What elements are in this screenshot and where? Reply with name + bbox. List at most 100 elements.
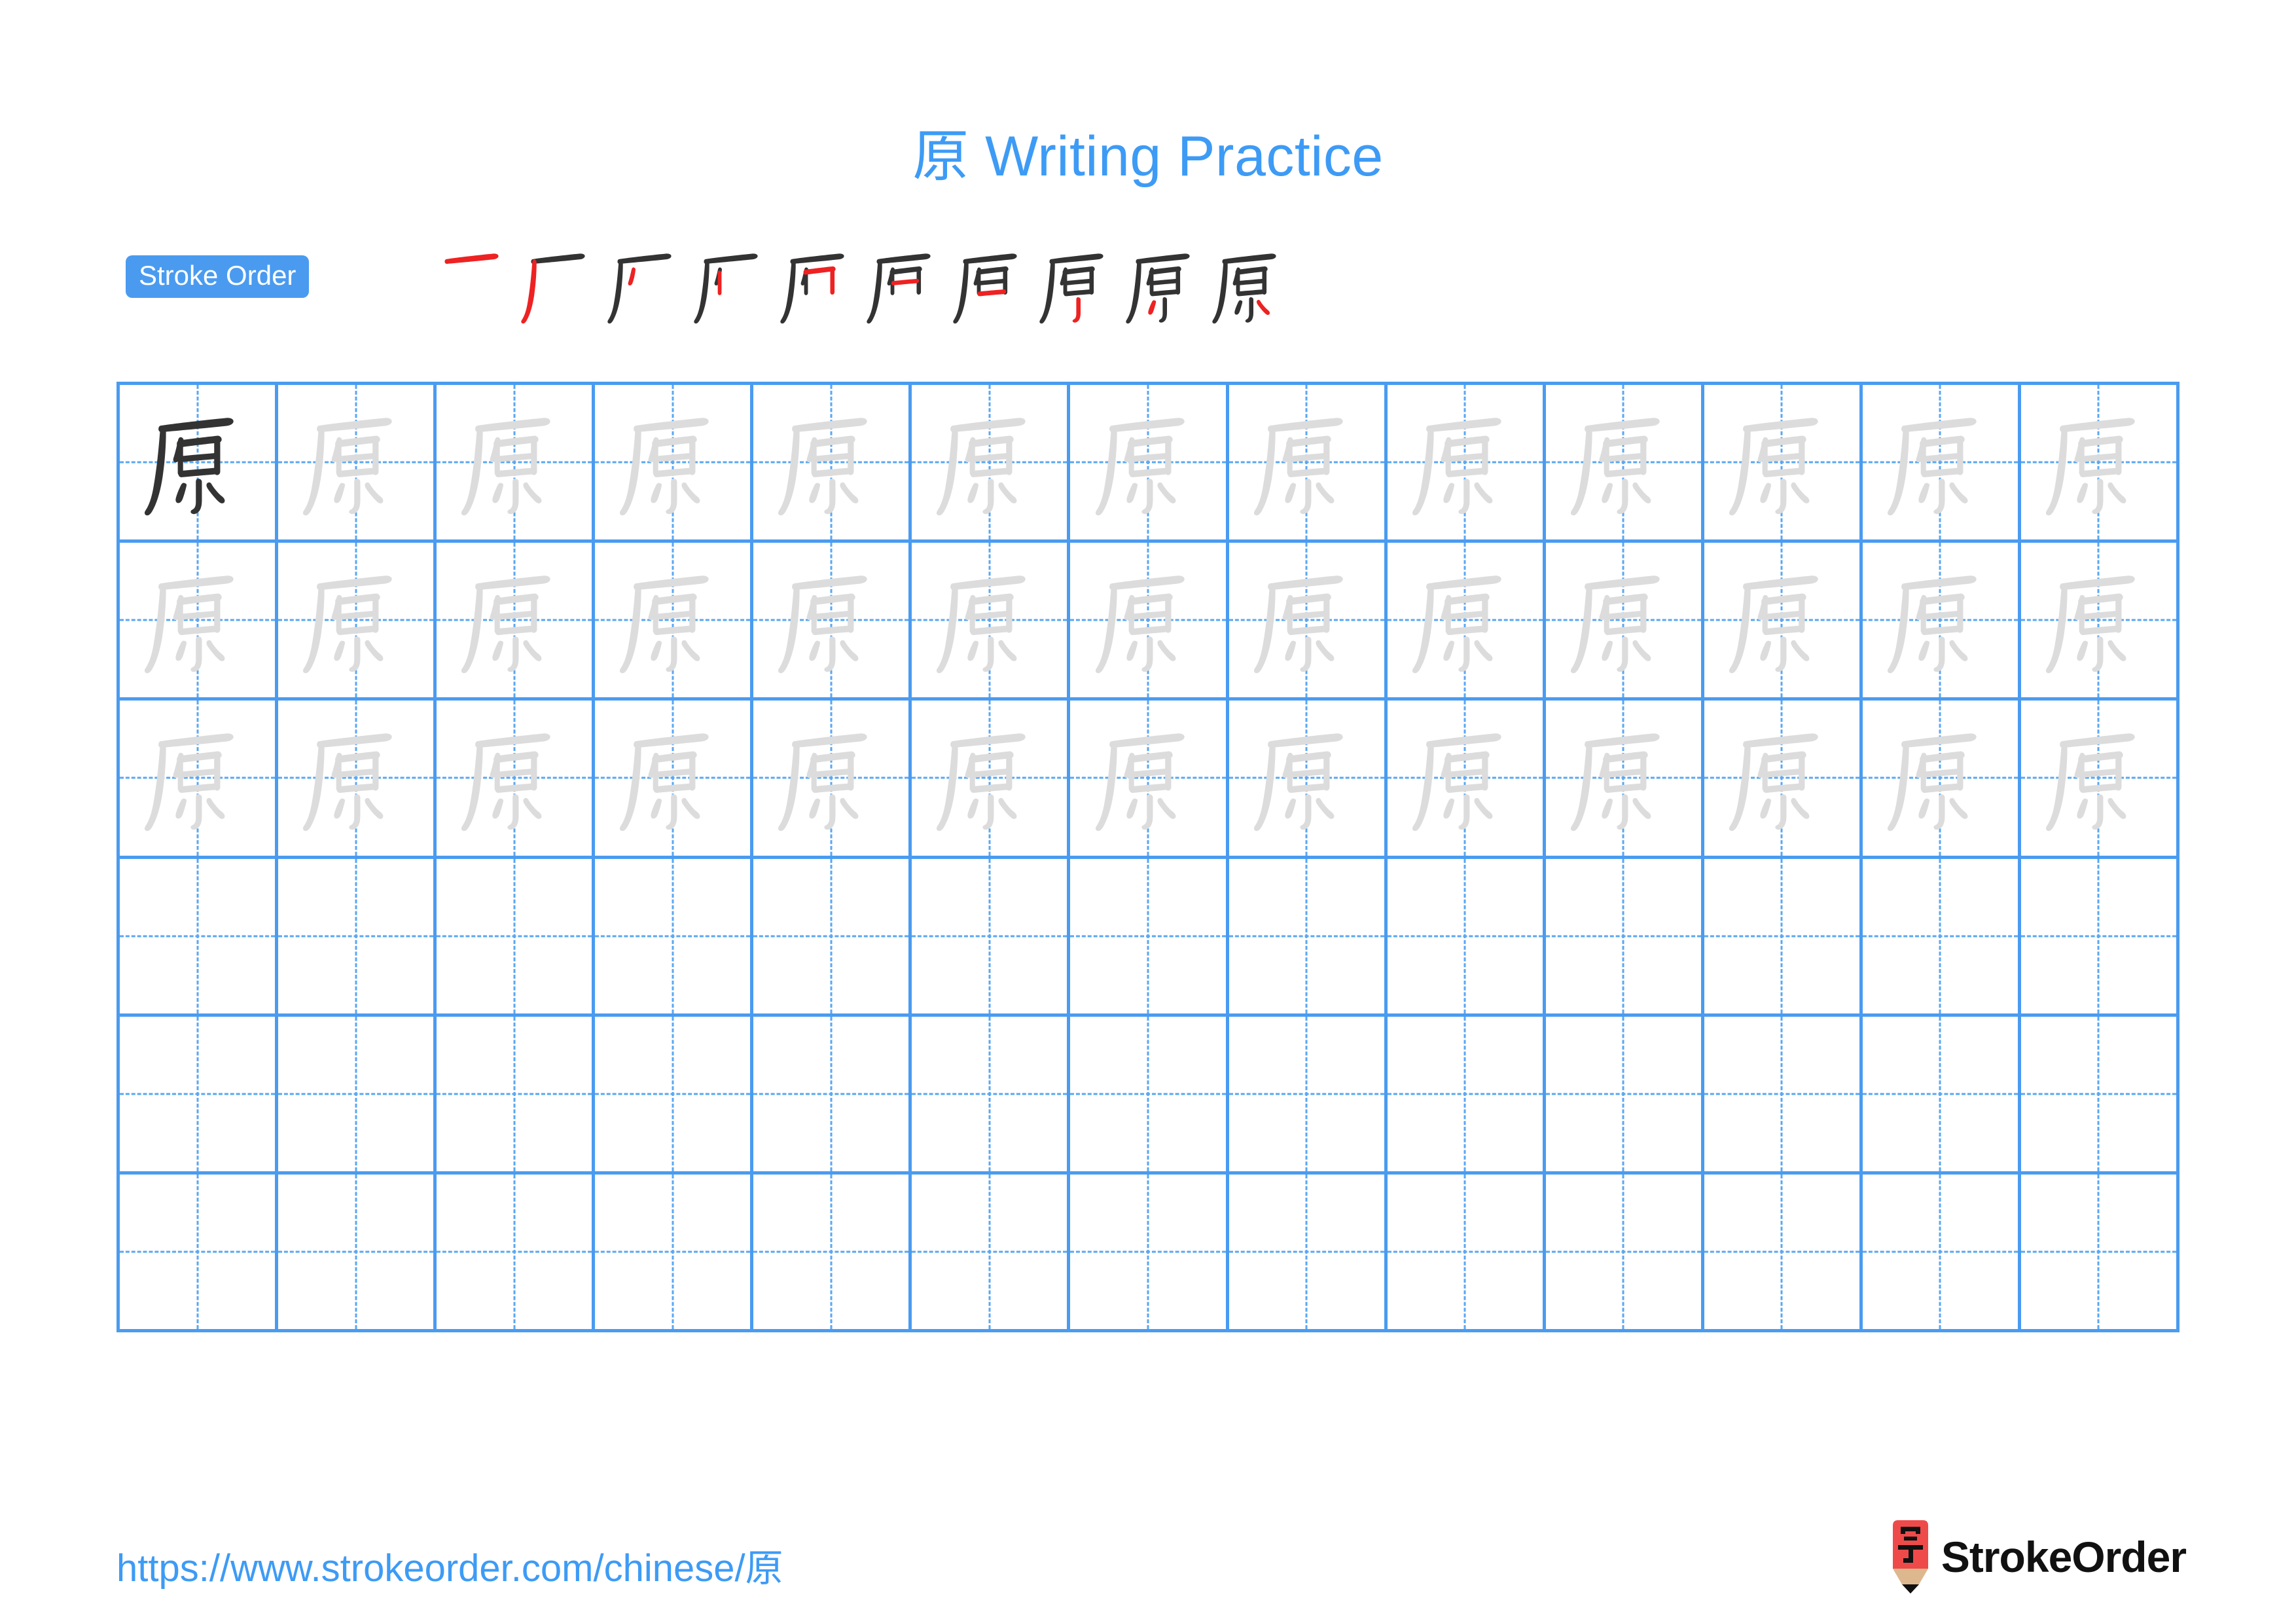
practice-cell[interactable] (1387, 385, 1546, 543)
practice-cell[interactable] (1387, 543, 1546, 701)
page-title: 原 Writing Practice (0, 110, 2296, 192)
practice-cell[interactable] (120, 1016, 279, 1175)
practice-cell[interactable] (595, 858, 754, 1017)
practice-cell[interactable] (753, 1016, 912, 1175)
trace-character (437, 385, 592, 539)
practice-cell[interactable] (595, 1016, 754, 1175)
practice-cell[interactable] (1387, 701, 1546, 859)
practice-cell[interactable] (1545, 1174, 1704, 1332)
trace-character (278, 701, 433, 855)
practice-cell[interactable] (1070, 858, 1229, 1017)
practice-cell[interactable] (1070, 1016, 1229, 1175)
practice-cell[interactable] (2020, 385, 2179, 543)
practice-cell[interactable] (120, 543, 279, 701)
footer-brand: StrokeOrder (1890, 1518, 2187, 1596)
practice-cell[interactable] (2020, 543, 2179, 701)
stroke-step-5 (775, 242, 861, 329)
cell-horizontal-guide (120, 935, 276, 938)
practice-cell[interactable] (1070, 701, 1229, 859)
practice-cell[interactable] (1862, 701, 2021, 859)
practice-cell[interactable] (1229, 701, 1388, 859)
footer-url[interactable]: https://www.strokeorder.com/chinese/原 (117, 1537, 783, 1592)
practice-cell[interactable] (1387, 1016, 1546, 1175)
trace-character (2021, 543, 2176, 697)
practice-cell[interactable] (1229, 385, 1388, 543)
practice-cell[interactable] (1704, 858, 1863, 1017)
practice-cell[interactable] (278, 701, 437, 859)
practice-cell[interactable] (437, 701, 596, 859)
practice-cell[interactable] (912, 385, 1071, 543)
practice-cell[interactable] (1862, 858, 2021, 1017)
practice-cell[interactable] (753, 701, 912, 859)
trace-character (753, 701, 908, 855)
practice-cell[interactable] (595, 543, 754, 701)
pencil-logo-icon (1892, 1520, 1928, 1594)
practice-cell[interactable] (2020, 1174, 2179, 1332)
practice-cell[interactable] (1070, 385, 1229, 543)
practice-cell[interactable] (1070, 543, 1229, 701)
practice-cell[interactable] (1862, 1016, 2021, 1175)
practice-cell[interactable] (120, 385, 279, 543)
practice-cell[interactable] (278, 385, 437, 543)
practice-cell[interactable] (912, 1016, 1071, 1175)
practice-cell[interactable] (753, 1174, 912, 1332)
practice-cell[interactable] (1545, 385, 1704, 543)
practice-cell[interactable] (2020, 701, 2179, 859)
practice-cell[interactable] (1704, 701, 1863, 859)
practice-cell[interactable] (1229, 1174, 1388, 1332)
practice-cell[interactable] (1387, 858, 1546, 1017)
practice-cell[interactable] (120, 858, 279, 1017)
practice-cell[interactable] (437, 385, 596, 543)
practice-cell[interactable] (1862, 1174, 2021, 1332)
practice-cell[interactable] (437, 1174, 596, 1332)
practice-cell[interactable] (912, 543, 1071, 701)
practice-cell[interactable] (1229, 543, 1388, 701)
practice-cell[interactable] (2020, 1016, 2179, 1175)
cell-horizontal-guide (437, 935, 592, 938)
practice-cell[interactable] (1545, 858, 1704, 1017)
practice-cell[interactable] (278, 543, 437, 701)
practice-cell[interactable] (278, 1016, 437, 1175)
cell-horizontal-guide (1862, 935, 2018, 938)
practice-cell[interactable] (1545, 1016, 1704, 1175)
practice-cell[interactable] (120, 1174, 279, 1332)
practice-cell[interactable] (1229, 1016, 1388, 1175)
practice-cell[interactable] (595, 385, 754, 543)
practice-cell[interactable] (912, 858, 1071, 1017)
trace-character (1704, 543, 1859, 697)
practice-cell[interactable] (437, 858, 596, 1017)
practice-cell[interactable] (1070, 1174, 1229, 1332)
practice-cell[interactable] (2020, 858, 2179, 1017)
practice-cell[interactable] (595, 1174, 754, 1332)
cell-horizontal-guide (1387, 1093, 1543, 1095)
cell-horizontal-guide (120, 1093, 276, 1095)
practice-cell[interactable] (753, 385, 912, 543)
practice-cell[interactable] (912, 701, 1071, 859)
practice-cell[interactable] (1704, 385, 1863, 543)
practice-cell[interactable] (1862, 385, 2021, 543)
practice-cell[interactable] (1387, 1174, 1546, 1332)
practice-cell[interactable] (1545, 543, 1704, 701)
practice-cell[interactable] (1862, 543, 2021, 701)
practice-cell[interactable] (278, 1174, 437, 1332)
cell-horizontal-guide (1704, 1093, 1859, 1095)
practice-cell[interactable] (1545, 701, 1704, 859)
practice-cell[interactable] (437, 1016, 596, 1175)
trace-character (1704, 385, 1859, 539)
stroke-step-3 (602, 242, 689, 329)
practice-cell[interactable] (595, 701, 754, 859)
cell-horizontal-guide (2020, 1250, 2176, 1253)
page-title-text: Writing Practice (985, 125, 1384, 188)
practice-cell[interactable] (912, 1174, 1071, 1332)
practice-cell[interactable] (437, 543, 596, 701)
trace-character (1546, 543, 1701, 697)
practice-cell[interactable] (120, 701, 279, 859)
practice-cell[interactable] (278, 858, 437, 1017)
practice-cell[interactable] (753, 543, 912, 701)
practice-cell[interactable] (753, 858, 912, 1017)
practice-cell[interactable] (1704, 543, 1863, 701)
practice-cell[interactable] (1229, 858, 1388, 1017)
practice-cell[interactable] (1704, 1016, 1863, 1175)
practice-cell[interactable] (1704, 1174, 1863, 1332)
trace-character (595, 385, 750, 539)
